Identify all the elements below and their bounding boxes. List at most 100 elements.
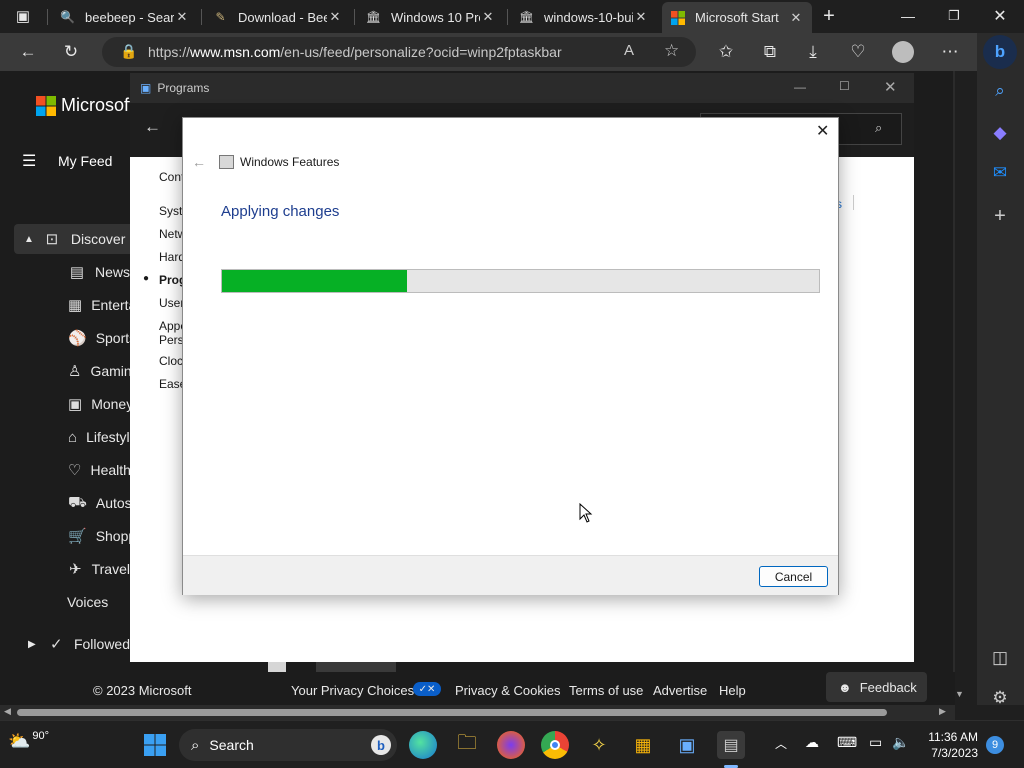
minimize-icon[interactable]: — [794,80,806,94]
copilot-icon[interactable]: ◆ [987,120,1013,146]
privacy-cookies-link[interactable]: Privacy & Cookies [455,683,560,698]
maximize-icon[interactable]: ☐ [839,79,850,93]
cp-link[interactable]: Ease [159,377,183,391]
restore-icon[interactable]: ❐ [941,3,967,29]
cp-link[interactable]: User [159,296,183,310]
address-bar[interactable]: 🔒 https://www.msn.com/en-us/feed/persona… [102,37,696,67]
new-tab-icon[interactable]: + [816,3,842,29]
control-panel-icon[interactable]: ▣ [673,731,701,759]
weather-widget[interactable]: ⛅ 90° [8,730,49,752]
network-icon[interactable]: ▭ [869,734,882,751]
close-icon[interactable]: ✕ [884,78,897,96]
favorite-star-icon[interactable]: ☆ [664,41,679,61]
hide-sidebar-icon[interactable]: ◫ [987,645,1013,671]
store-icon[interactable]: ▦ [629,731,657,759]
nav-item-entertainment[interactable]: ▦ Entertainment [0,290,130,320]
tab-beebeep-search[interactable]: 🔍 beebeep - Searc ✕ [52,3,198,31]
edge-browser-icon[interactable] [409,731,437,759]
nav-item-voices[interactable]: Voices [0,587,130,617]
privacy-choices-link[interactable]: Your Privacy Choices [291,683,414,698]
help-link[interactable]: Help [719,683,746,698]
tab-download[interactable]: ✎ Download - Bee ✕ [205,3,351,31]
refresh-icon[interactable]: ↻ [58,39,84,65]
advertise-link[interactable]: Advertise [653,683,707,698]
cp-link[interactable]: Perso [159,333,183,347]
close-window-icon[interactable]: ✕ [987,3,1013,29]
close-tab-icon[interactable]: ✕ [633,9,649,25]
outlook-icon[interactable]: ✉ [987,160,1013,186]
horizontal-scrollbar[interactable]: ◀ ▶ [0,705,955,720]
collections-icon[interactable]: ⧉ [757,39,783,65]
windows-features-app-icon[interactable]: ▤ [717,731,745,759]
vertical-scrollbar[interactable] [953,71,955,705]
cp-link-current[interactable]: Prog [159,273,183,287]
clock-date: 7/3/2023 [931,746,978,760]
nav-item-travel[interactable]: ✈ Travel [0,554,130,584]
nav-item-lifestyle[interactable]: ⌂ Lifestyle [0,422,130,452]
tab-actions-icon[interactable]: ▣ [10,3,36,29]
close-tab-icon[interactable]: ✕ [327,9,343,25]
taskbar-search-box[interactable]: ⌕ Search b [179,729,397,761]
hamburger-menu-icon[interactable]: ☰ [22,151,36,171]
privacy-toggle-icon[interactable]: ✓✕ [413,682,441,696]
favorites-icon[interactable]: ✩ [713,39,739,65]
read-aloud-icon[interactable]: A [624,42,634,59]
my-feed-link[interactable]: My Feed [58,153,112,169]
cart-icon: 🛒 [68,528,87,545]
back-icon[interactable]: ← [15,39,41,65]
nav-item-gaming[interactable]: ♙ Gaming [0,356,130,386]
keyboard-icon[interactable]: ⌨ [837,734,857,751]
cp-link[interactable]: Cont [159,170,183,184]
scroll-down-icon[interactable]: ▼ [955,689,964,699]
scroll-right-icon[interactable]: ▶ [939,706,946,717]
nav-item-followed[interactable]: ▶ ✓ Followed [0,629,130,659]
chrome-icon[interactable] [541,731,569,759]
cloud-offline-icon[interactable]: ☁ [805,734,819,751]
cp-link[interactable]: Syste [159,204,183,218]
add-sidebar-app-icon[interactable]: + [987,203,1013,229]
tab-title: Windows 10 Pro [391,9,480,25]
notification-badge[interactable]: 9 [986,736,1004,754]
tab-windows-10-build[interactable]: 🏛 windows-10-buil ✕ [511,3,657,31]
downloads-icon[interactable]: ⤓ [800,39,826,65]
file-explorer-icon[interactable]: 🗀 [453,731,481,759]
search-icon[interactable]: ⌕ [987,78,1013,104]
cancel-button[interactable]: Cancel [759,566,828,587]
close-tab-icon[interactable]: ✕ [480,9,496,25]
feedback-button[interactable]: ☻ Feedback [826,672,927,702]
tab-microsoft-start[interactable]: Microsoft Start ✕ [662,2,812,33]
nav-item-autos[interactable]: ⛟ Autos [0,488,130,518]
start-windows-icon[interactable] [141,731,169,759]
minimize-icon[interactable]: — [895,3,921,29]
volume-icon[interactable]: 🔈 [892,734,909,751]
cp-link[interactable]: Appe [159,319,183,333]
more-options-icon[interactable]: ⋯ [937,39,963,65]
clock[interactable]: 11:36 AM 7/3/2023 [920,729,978,761]
close-tab-icon[interactable]: ✕ [174,9,190,25]
back-arrow-icon[interactable]: ← [144,117,161,137]
nav-item-news[interactable]: ▤ News [0,257,130,287]
microsoft-brand[interactable]: Microsoft [36,95,134,116]
scroll-thumb[interactable] [17,709,887,716]
profile-avatar-icon[interactable] [890,39,916,65]
bing-copilot-icon[interactable]: b [983,35,1017,69]
cp-link[interactable]: Hard [159,250,183,264]
firefox-icon[interactable] [497,731,525,759]
settings-gear-icon[interactable]: ⚙ [987,685,1013,711]
beebeep-icon[interactable]: ✧ [585,731,613,759]
close-icon[interactable]: ✕ [816,121,829,141]
close-tab-icon[interactable]: ✕ [788,10,804,26]
nav-item-money[interactable]: ▣ Money [0,389,130,419]
lock-icon: 🔒 [120,43,138,59]
cp-link[interactable]: Clock [159,354,183,368]
nav-item-health[interactable]: ♡ Health [0,455,130,485]
cp-link[interactable]: Netw [159,227,183,241]
nav-item-sports[interactable]: ⚾ Sports [0,323,130,353]
terms-link[interactable]: Terms of use [569,683,643,698]
show-hidden-icons-icon[interactable]: ︿ [775,735,787,752]
nav-item-shopping[interactable]: 🛒 Shopping [0,521,130,551]
nav-item-discover[interactable]: ▲ ⊡ Discover [14,224,130,254]
performance-icon[interactable]: ♡ [845,39,871,65]
scroll-left-icon[interactable]: ◀ [4,706,11,717]
tab-windows-10-pro[interactable]: 🏛 Windows 10 Pro ✕ [358,3,504,31]
